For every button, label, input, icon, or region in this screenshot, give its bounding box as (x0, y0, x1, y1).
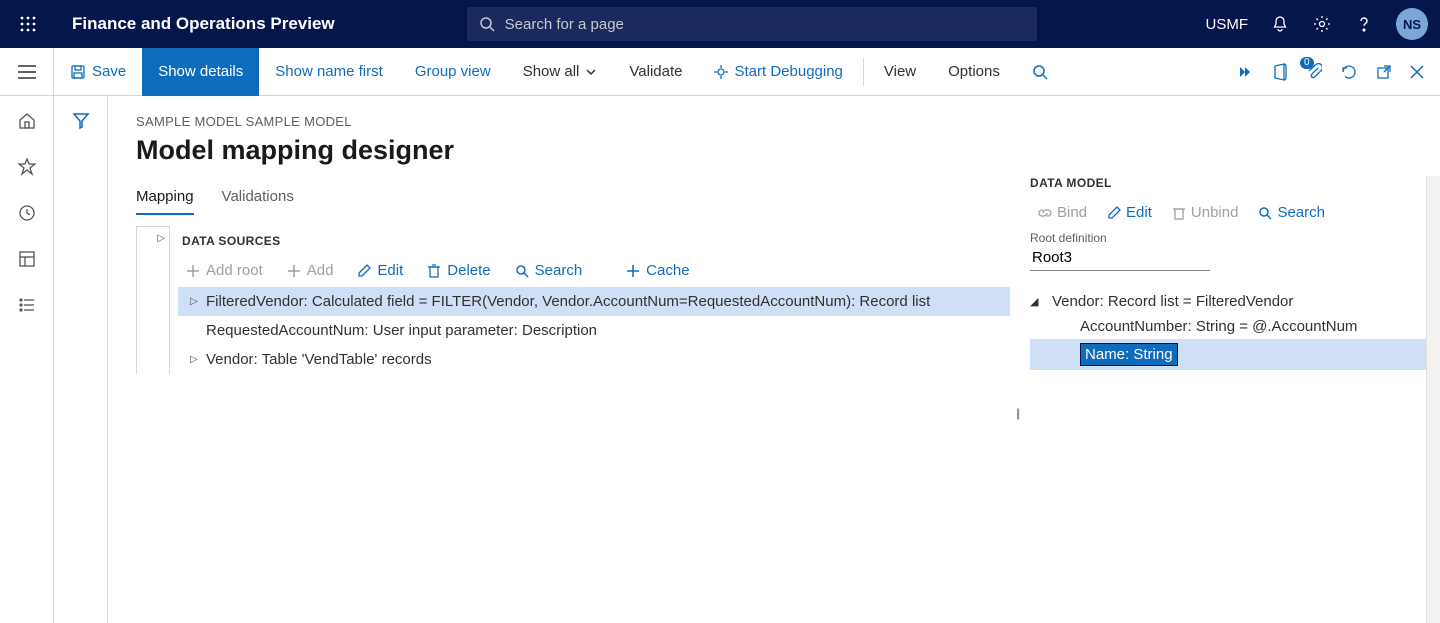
dm-row-vendor[interactable]: ◢ Vendor: Record list = FilteredVendor (1030, 289, 1432, 314)
gear-icon[interactable] (1312, 14, 1332, 34)
delete-button[interactable]: Delete (427, 262, 490, 279)
selected-node-chip: Name: String (1080, 343, 1178, 366)
root-definition-input[interactable] (1030, 245, 1210, 271)
home-icon[interactable] (18, 112, 36, 130)
main-region: SAMPLE MODEL SAMPLE MODEL Model mapping … (0, 96, 1440, 623)
save-label: Save (92, 63, 126, 80)
save-button[interactable]: Save (54, 48, 142, 96)
cache-button[interactable]: Cache (626, 262, 689, 279)
page-title: Model mapping designer (136, 135, 1030, 166)
group-view-button[interactable]: Group view (399, 48, 507, 96)
app-title: Finance and Operations Preview (72, 14, 335, 34)
command-bar: Save Show details Show name first Group … (0, 48, 1440, 96)
data-source-tree: ▷ FilteredVendor: Calculated field = FIL… (178, 287, 1010, 374)
tab-validations[interactable]: Validations (222, 188, 294, 215)
office-icon[interactable] (1272, 63, 1288, 81)
favorite-icon[interactable] (18, 158, 36, 176)
data-model-panel: || DATA MODEL Bind Edit Unbind Se (1030, 96, 1440, 623)
ds-row-requestedaccountnum[interactable]: RequestedAccountNum: User input paramete… (178, 316, 1010, 345)
collapse-handle[interactable]: ▷ (136, 226, 170, 374)
bell-icon[interactable] (1270, 14, 1290, 34)
options-menu[interactable]: Options (932, 48, 1016, 96)
dm-search-button[interactable]: Search (1258, 204, 1325, 221)
add-button[interactable]: Add (287, 262, 334, 279)
show-name-first-button[interactable]: Show name first (259, 48, 399, 96)
close-icon[interactable] (1410, 65, 1424, 79)
global-search[interactable] (467, 7, 1037, 41)
splitter-handle[interactable]: || (1016, 406, 1018, 420)
breadcrumb: SAMPLE MODEL SAMPLE MODEL (136, 114, 1030, 129)
attachments-icon[interactable]: 0 (1306, 63, 1322, 81)
search-icon (479, 16, 495, 32)
unbind-button[interactable]: Unbind (1172, 204, 1239, 221)
start-debugging-button[interactable]: Start Debugging (698, 48, 858, 96)
modules-icon[interactable] (18, 296, 36, 314)
show-all-dropdown[interactable]: Show all (507, 48, 614, 96)
related-icon[interactable] (1236, 63, 1254, 81)
recent-icon[interactable] (18, 204, 36, 222)
dm-row-accountnumber[interactable]: AccountNumber: String = @.AccountNum (1030, 314, 1432, 339)
caret-right-icon: ▷ (157, 233, 165, 374)
search-button[interactable]: Search (515, 262, 583, 279)
top-navbar: Finance and Operations Preview USMF NS (0, 0, 1440, 48)
root-definition-label: Root definition (1030, 231, 1432, 245)
validate-button[interactable]: Validate (613, 48, 698, 96)
caret-down-icon: ◢ (1030, 295, 1052, 308)
show-details-button[interactable]: Show details (142, 48, 259, 96)
data-model-header: DATA MODEL (1030, 176, 1432, 198)
add-root-button[interactable]: Add root (186, 262, 263, 279)
company-code[interactable]: USMF (1206, 16, 1249, 33)
refresh-icon[interactable] (1340, 63, 1358, 81)
left-nav-rail (0, 96, 54, 623)
filter-rail (54, 96, 108, 623)
avatar[interactable]: NS (1396, 8, 1428, 40)
caret-right-icon: ▷ (190, 354, 206, 365)
data-model-tree: ◢ Vendor: Record list = FilteredVendor A… (1030, 289, 1432, 370)
popout-icon[interactable] (1376, 64, 1392, 80)
filter-icon[interactable] (72, 112, 90, 623)
help-icon[interactable] (1354, 14, 1374, 34)
dm-row-name[interactable]: Name: String (1030, 339, 1432, 370)
search-command-icon[interactable] (1016, 48, 1064, 96)
dm-edit-button[interactable]: Edit (1107, 204, 1152, 221)
tab-mapping[interactable]: Mapping (136, 188, 194, 215)
workspace-icon[interactable] (18, 250, 36, 268)
hamburger-icon[interactable] (0, 48, 54, 96)
search-input[interactable] (505, 16, 1025, 33)
edit-button[interactable]: Edit (357, 262, 403, 279)
caret-right-icon: ▷ (190, 296, 206, 307)
chevron-down-icon (585, 66, 597, 78)
badge-count: 0 (1300, 57, 1314, 69)
ds-row-vendor[interactable]: ▷ Vendor: Table 'VendTable' records (178, 345, 1010, 374)
scrollbar[interactable] (1426, 176, 1440, 623)
view-menu[interactable]: View (868, 48, 932, 96)
tab-strip: Mapping Validations (136, 188, 1030, 216)
ds-row-filteredvendor[interactable]: ▷ FilteredVendor: Calculated field = FIL… (178, 287, 1010, 316)
data-sources-header: DATA SOURCES (178, 234, 1030, 248)
bind-button[interactable]: Bind (1038, 204, 1087, 221)
app-launcher-icon[interactable] (12, 8, 44, 40)
